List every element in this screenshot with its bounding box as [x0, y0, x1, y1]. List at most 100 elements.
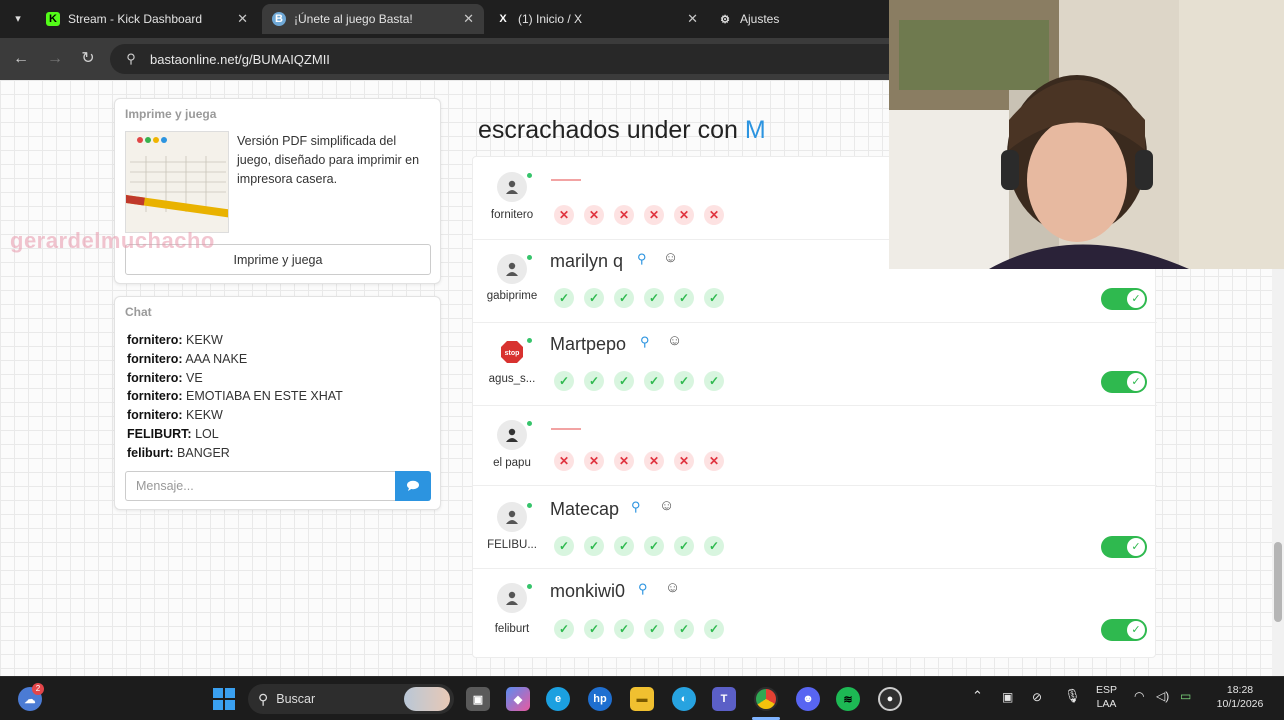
- check-mark-icon[interactable]: ✓: [704, 288, 724, 308]
- spotify-icon[interactable]: ≋: [836, 687, 860, 711]
- check-mark-icon[interactable]: ✓: [704, 619, 724, 639]
- volume-icon[interactable]: ◁): [1156, 689, 1169, 703]
- windows-taskbar: ☁ 2 ⚲ Buscar ▣ ◆ e hp ▬ ◐ T ☻ ≋ ● ⌃ ▣ ⊘ …: [0, 676, 1284, 720]
- check-mark-icon[interactable]: ✓: [674, 371, 694, 391]
- reject-mark-icon: ✕: [644, 205, 664, 225]
- check-mark-icon[interactable]: ✓: [614, 371, 634, 391]
- forward-arrow-icon[interactable]: →: [44, 48, 66, 70]
- chat-title: Chat: [125, 305, 152, 319]
- search-icon[interactable]: ⚲: [631, 499, 641, 515]
- back-arrow-icon[interactable]: ←: [10, 48, 32, 70]
- battery-icon[interactable]: ▭: [1180, 689, 1191, 703]
- online-indicator: [527, 173, 532, 178]
- teams-icon[interactable]: T: [712, 687, 736, 711]
- reject-mark-icon: ✕: [674, 451, 694, 471]
- search-icon[interactable]: ⚲: [640, 334, 650, 350]
- check-mark-icon[interactable]: ✓: [614, 536, 634, 556]
- avatar: [497, 172, 527, 202]
- scrollbar-thumb[interactable]: [1274, 542, 1282, 622]
- print-card: Imprime y juega Versión PDF simplificada…: [114, 98, 441, 284]
- validation-marks: ✓ ✓ ✓ ✓ ✓ ✓: [554, 536, 734, 556]
- check-mark-icon[interactable]: ✓: [584, 619, 604, 639]
- site-info-icon[interactable]: ⚲: [118, 51, 144, 67]
- check-mark-icon[interactable]: ✓: [674, 536, 694, 556]
- check-mark-icon[interactable]: ✓: [644, 536, 664, 556]
- check-mark-icon[interactable]: ✓: [674, 288, 694, 308]
- tray-app-icon[interactable]: ▣: [1002, 690, 1013, 704]
- search-label: Buscar: [276, 692, 316, 706]
- reject-mark-icon: ✕: [644, 451, 664, 471]
- check-mark-icon[interactable]: ✓: [554, 371, 574, 391]
- validation-marks: ✕ ✕ ✕ ✕ ✕ ✕: [554, 451, 734, 471]
- chat-text: LOL: [195, 426, 219, 441]
- microphone-icon[interactable]: 🎙: [1064, 689, 1081, 703]
- tab-settings[interactable]: ⚙ Ajustes: [708, 4, 888, 34]
- avatar: [497, 583, 527, 613]
- chrome-icon[interactable]: [754, 687, 778, 711]
- clock[interactable]: 18:28 10/1/2026: [1210, 683, 1270, 711]
- reject-mark-icon: ✕: [614, 205, 634, 225]
- accept-answer-toggle[interactable]: ✓: [1101, 371, 1147, 393]
- search-icon[interactable]: ⚲: [638, 581, 648, 597]
- emoji-react-icon[interactable]: ☺: [659, 497, 674, 514]
- check-mark-icon[interactable]: ✓: [704, 536, 724, 556]
- send-button[interactable]: [395, 471, 431, 501]
- check-mark-icon[interactable]: ✓: [584, 288, 604, 308]
- empty-answer-line: [551, 179, 581, 181]
- keyboard-layout: LAA: [1096, 698, 1117, 710]
- check-mark-icon[interactable]: ✓: [554, 288, 574, 308]
- check-mark-icon[interactable]: ✓: [584, 371, 604, 391]
- search-icon[interactable]: ⚲: [637, 251, 647, 267]
- tab-x-home[interactable]: X (1) Inicio / X ✕: [486, 4, 708, 34]
- emoji-react-icon[interactable]: ☺: [663, 249, 678, 266]
- player-row: feliburt monkiwi0 ⚲ ☺ ✓ ✓ ✓ ✓ ✓ ✓ ✓: [473, 569, 1157, 657]
- copilot-icon[interactable]: ◆: [506, 687, 530, 711]
- discord-icon[interactable]: ☻: [796, 687, 820, 711]
- empty-answer-line: [551, 428, 581, 430]
- taskbar-search-box[interactable]: ⚲ Buscar: [248, 684, 454, 714]
- check-mark-icon[interactable]: ✓: [644, 288, 664, 308]
- chevron-up-icon[interactable]: ⌃: [972, 689, 983, 703]
- tab-basta-game[interactable]: B ¡Únete al juego Basta! ✕: [262, 4, 484, 34]
- windows-start-icon[interactable]: [212, 687, 236, 711]
- avatar: [497, 502, 527, 532]
- chat-messages: fornitero: KEKW fornitero: AAA NAKE forn…: [127, 331, 343, 463]
- check-mark-icon[interactable]: ✓: [704, 371, 724, 391]
- check-mark-icon[interactable]: ✓: [614, 619, 634, 639]
- tab-kick-dashboard[interactable]: K Stream - Kick Dashboard ✕: [36, 4, 258, 34]
- close-icon[interactable]: ✕: [687, 11, 698, 27]
- close-icon[interactable]: ✕: [237, 11, 248, 27]
- reject-mark-icon: ✕: [614, 451, 634, 471]
- emoji-react-icon[interactable]: ☺: [667, 332, 682, 349]
- tab-search-menu-button[interactable]: ▾: [8, 9, 28, 29]
- task-view-icon[interactable]: ▣: [466, 687, 490, 711]
- check-mark-icon[interactable]: ✓: [584, 536, 604, 556]
- chat-message-input[interactable]: Mensaje...: [125, 471, 395, 501]
- validation-marks: ✓ ✓ ✓ ✓ ✓ ✓: [554, 288, 734, 308]
- reject-mark-icon: ✕: [704, 205, 724, 225]
- player-answer: monkiwi0: [550, 581, 626, 601]
- edge-browser-icon[interactable]: e: [546, 687, 570, 711]
- check-mark-icon[interactable]: ✓: [674, 619, 694, 639]
- language-indicator[interactable]: ESP LAA: [1096, 683, 1117, 711]
- check-mark-icon[interactable]: ✓: [614, 288, 634, 308]
- accept-answer-toggle[interactable]: ✓: [1101, 536, 1147, 558]
- emoji-react-icon[interactable]: ☺: [665, 579, 680, 596]
- accept-answer-toggle[interactable]: ✓: [1101, 288, 1147, 310]
- app-icon[interactable]: ◐: [672, 687, 696, 711]
- check-mark-icon[interactable]: ✓: [644, 371, 664, 391]
- hp-icon[interactable]: hp: [588, 687, 612, 711]
- check-mark-icon[interactable]: ✓: [554, 619, 574, 639]
- obs-icon[interactable]: ●: [878, 687, 902, 711]
- muted-icon[interactable]: ⊘: [1032, 690, 1042, 704]
- file-explorer-icon[interactable]: ▬: [630, 687, 654, 711]
- chat-message: fornitero: AAA NAKE: [127, 350, 343, 369]
- reject-mark-icon: ✕: [554, 451, 574, 471]
- check-mark-icon[interactable]: ✓: [554, 536, 574, 556]
- accept-answer-toggle[interactable]: ✓: [1101, 619, 1147, 641]
- check-mark-icon[interactable]: ✓: [644, 619, 664, 639]
- chat-text: AAA NAKE: [185, 351, 248, 366]
- reload-icon[interactable]: ↻: [77, 48, 99, 70]
- wifi-icon[interactable]: ◠: [1134, 689, 1144, 703]
- close-icon[interactable]: ✕: [463, 11, 474, 27]
